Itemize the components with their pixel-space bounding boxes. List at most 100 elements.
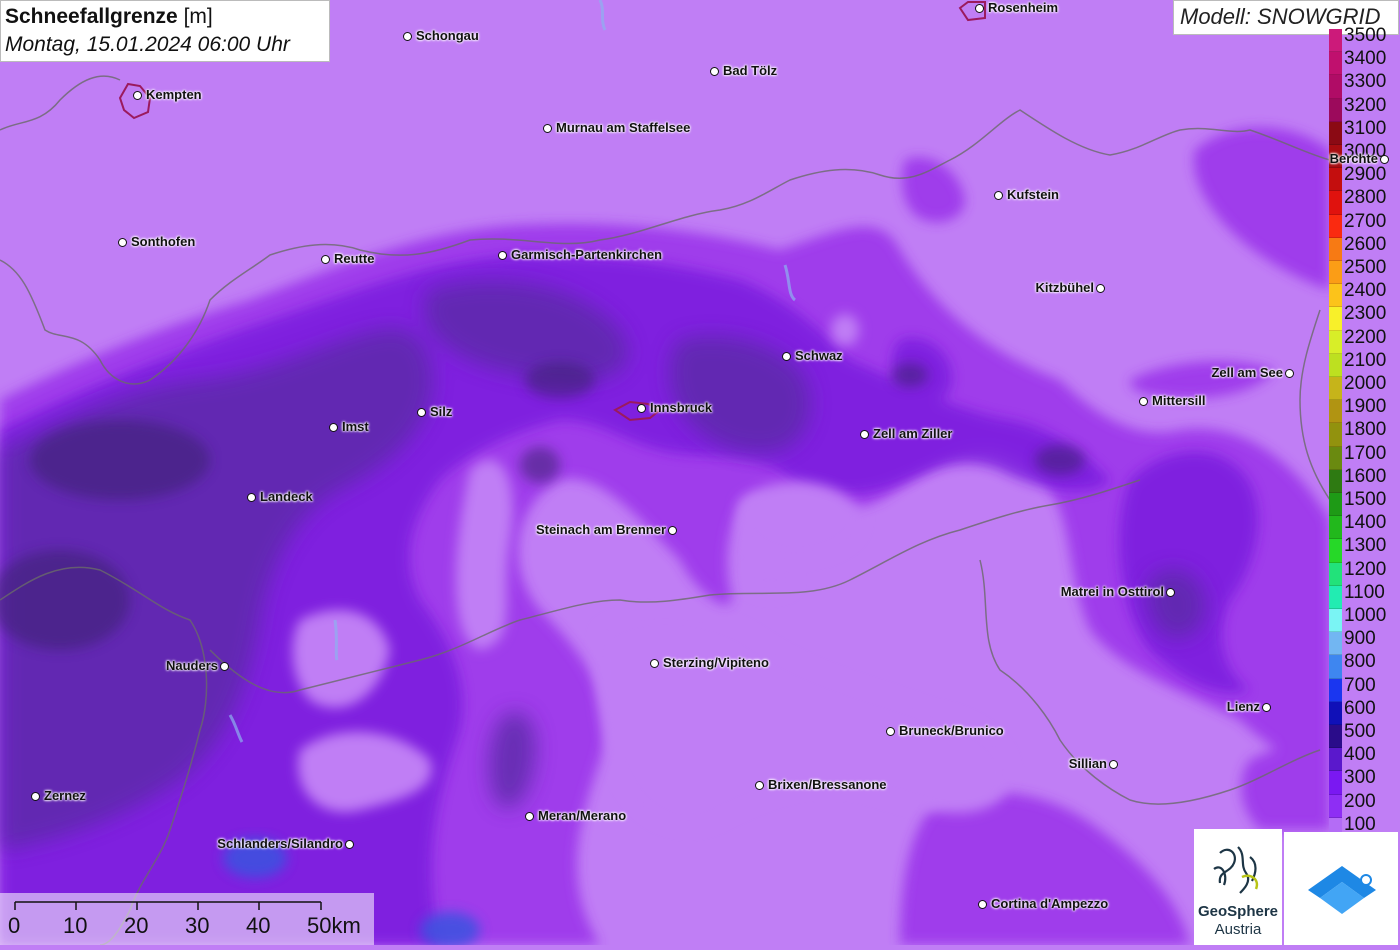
title-main: Schneefallgrenze: [5, 5, 178, 28]
city-label[interactable]: Zell am See: [1211, 365, 1283, 380]
legend-label: 1000: [1344, 605, 1387, 626]
legend-label: 2000: [1344, 373, 1387, 394]
city-label[interactable]: Steinach am Brenner: [536, 522, 666, 537]
city-label[interactable]: Schwaz: [795, 348, 843, 363]
city-marker-icon: [710, 67, 719, 76]
city-label[interactable]: Mittersill: [1152, 393, 1205, 408]
legend-label: 1700: [1344, 442, 1387, 464]
legend-label: 1800: [1344, 419, 1387, 441]
legend-swatch: [1329, 678, 1342, 702]
snowfall-limit-map[interactable]: [0, 0, 1400, 945]
city-label[interactable]: Zell am Ziller: [873, 426, 952, 441]
legend-label: 3200: [1344, 94, 1387, 116]
legend-swatch: [1329, 794, 1342, 818]
city-marker-icon: [637, 404, 646, 413]
geosphere-emblem-icon: [1213, 846, 1259, 894]
city-label[interactable]: Reutte: [334, 251, 374, 266]
city-marker-icon: [543, 124, 552, 133]
city-label[interactable]: Schlanders/Silandro: [217, 836, 343, 851]
city-marker-icon: [220, 662, 229, 671]
city-marker-icon: [247, 493, 256, 502]
app-logo[interactable]: [1284, 832, 1398, 945]
city-marker-icon: [403, 32, 412, 41]
city-marker-icon: [329, 423, 338, 432]
city-label[interactable]: Matrei in Osttirol: [1061, 584, 1164, 599]
legend-label: 1900: [1344, 396, 1387, 418]
city-marker-icon: [31, 792, 40, 801]
legend-label: 500: [1344, 721, 1376, 742]
legend-label: 1200: [1344, 558, 1387, 580]
geosphere-logo[interactable]: GeoSphere Austria: [1194, 829, 1282, 945]
city-label[interactable]: Berchte: [1330, 151, 1378, 166]
map-title: Schneefallgrenze [m]: [5, 3, 325, 31]
legend-label: 2300: [1344, 303, 1387, 325]
city-label[interactable]: Bruneck/Brunico: [899, 723, 1004, 738]
city-label[interactable]: Schongau: [416, 28, 479, 43]
city-marker-icon: [345, 840, 354, 849]
city-marker-icon: [650, 659, 659, 668]
legend-label: 600: [1344, 697, 1376, 719]
legend-swatch: [1329, 52, 1342, 76]
city-label[interactable]: Imst: [342, 419, 369, 434]
legend-swatch: [1329, 75, 1342, 99]
legend-swatch: [1329, 423, 1342, 447]
legend-label: 400: [1344, 744, 1376, 766]
geosphere-logo-subtext: Austria: [1214, 921, 1262, 938]
city-label[interactable]: Meran/Merano: [538, 808, 626, 823]
city-label[interactable]: Kempten: [146, 87, 202, 102]
legend-swatch: [1329, 400, 1342, 424]
city-label[interactable]: Brixen/Bressanone: [768, 777, 887, 792]
city-label[interactable]: Bad Tölz: [723, 63, 777, 78]
legend-swatch: [1329, 539, 1342, 563]
legend-label: 2200: [1344, 326, 1387, 348]
legend-label: 2800: [1344, 187, 1387, 209]
legend-swatch: [1329, 98, 1342, 122]
city-label[interactable]: Sonthofen: [131, 234, 195, 249]
legend-swatch: [1329, 446, 1342, 470]
city-label[interactable]: Kitzbühel: [1036, 280, 1095, 295]
city-label[interactable]: Sillian: [1069, 756, 1107, 771]
scale-bar: 0 10 20 30 40 50km: [0, 893, 374, 945]
title-unit: [m]: [183, 5, 213, 28]
legend-swatch: [1329, 29, 1342, 53]
legend-swatch: [1329, 307, 1342, 331]
legend-swatch: [1329, 725, 1342, 749]
scale-label-10: 10: [63, 913, 88, 938]
city-label[interactable]: Rosenheim: [988, 0, 1058, 15]
city-label[interactable]: Murnau am Staffelsee: [556, 120, 690, 135]
legend-swatch: [1329, 261, 1342, 285]
legend-swatch: [1329, 701, 1342, 725]
legend-swatch: [1329, 353, 1342, 377]
city-label[interactable]: Lienz: [1227, 699, 1260, 714]
city-label[interactable]: Cortina d'Ampezzo: [991, 896, 1108, 911]
legend-label: 2100: [1344, 349, 1387, 371]
legend-label: 2900: [1344, 164, 1387, 186]
legend-swatch: [1329, 330, 1342, 354]
legend-label: 1100: [1344, 581, 1385, 603]
city-marker-icon: [755, 781, 764, 790]
city-marker-icon: [860, 430, 869, 439]
map-title-box: Schneefallgrenze [m] Montag, 15.01.2024 …: [0, 0, 330, 62]
city-marker-icon: [975, 4, 984, 13]
city-label[interactable]: Nauders: [166, 658, 218, 673]
city-label[interactable]: Silz: [430, 404, 452, 419]
legend-swatch: [1329, 469, 1342, 493]
city-label[interactable]: Kufstein: [1007, 187, 1059, 202]
city-label[interactable]: Zernez: [44, 788, 86, 803]
city-marker-icon: [498, 251, 507, 260]
legend-label: 300: [1344, 767, 1376, 789]
legend-label: 1500: [1344, 489, 1387, 510]
city-label[interactable]: Innsbruck: [650, 400, 712, 415]
city-label[interactable]: Landeck: [260, 489, 313, 504]
legend-label: 700: [1344, 674, 1376, 696]
legend-swatch: [1329, 748, 1342, 772]
city-marker-icon: [782, 352, 791, 361]
city-label[interactable]: Garmisch-Partenkirchen: [511, 247, 662, 262]
legend-label: 2700: [1344, 210, 1387, 232]
legend-label: 3400: [1344, 48, 1387, 70]
city-label[interactable]: Sterzing/Vipiteno: [663, 655, 769, 670]
city-marker-icon: [321, 255, 330, 264]
city-marker-icon: [525, 812, 534, 821]
scale-label-20: 20: [124, 913, 149, 938]
legend-label: 2500: [1344, 257, 1387, 278]
